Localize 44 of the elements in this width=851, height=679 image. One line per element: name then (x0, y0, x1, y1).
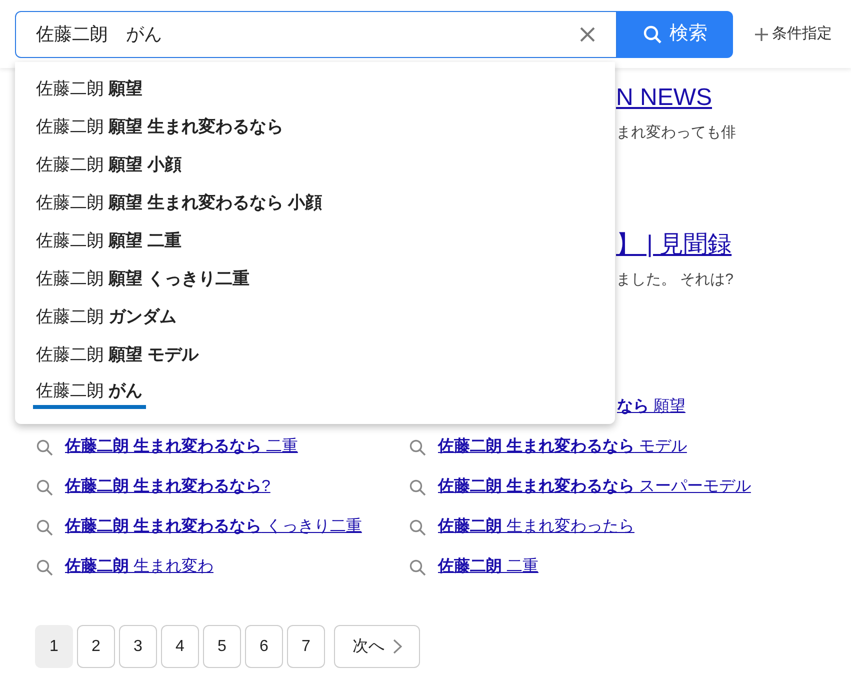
search-icon (642, 24, 662, 44)
search-icon (36, 438, 53, 456)
search-button[interactable]: 検索 (617, 10, 733, 58)
related-search-link[interactable]: 佐藤二朗 生まれ変わるなら モデル (438, 435, 687, 459)
related-search-link[interactable]: 佐藤二朗 生まれ変わるなら スーパーモデル (438, 475, 751, 499)
search-icon (409, 438, 426, 456)
related-search-link[interactable]: 佐藤二朗 生まれ変わ (65, 555, 214, 579)
search-icon (409, 478, 426, 496)
suggestion-item[interactable]: 佐藤二朗 ガンダム (33, 303, 180, 331)
result-title-link[interactable]: 】 | 見聞録 (616, 226, 732, 262)
search-icon (36, 478, 53, 496)
suggestion-item[interactable]: 佐藤二朗 願望 二重 (33, 227, 184, 255)
suggestion-item[interactable]: 佐藤二朗 願望 (33, 75, 146, 103)
related-search-link[interactable]: 佐藤二朗 生まれ変わるなら 二重 (65, 435, 298, 459)
result-title-link[interactable]: N NEWS (616, 80, 712, 116)
related-search-link[interactable]: 佐藤二朗 生まれ変わるなら くっきり二重 (65, 515, 362, 539)
advanced-search-link[interactable]: 条件指定 (755, 22, 832, 46)
page-button[interactable]: 1 (35, 625, 73, 668)
search-icon (36, 518, 53, 536)
result-snippet: まれ変わっても俳 (616, 124, 736, 141)
page-button[interactable]: 7 (287, 625, 325, 668)
search-icon (36, 558, 53, 576)
plus-icon (755, 28, 768, 40)
result-snippet: ました。 それは? (616, 270, 734, 288)
suggestion-item[interactable]: 佐藤二朗 願望 くっきり二重 (33, 265, 252, 293)
suggestion-item[interactable]: 佐藤二朗 願望 生まれ変わるなら 小顔 (33, 189, 326, 217)
search-icon (409, 558, 426, 576)
page-button[interactable]: 2 (77, 625, 115, 668)
search-icon (409, 518, 426, 536)
clear-icon[interactable] (580, 26, 595, 42)
related-search-link[interactable]: 佐藤二朗 二重 (438, 555, 538, 579)
suggestion-item[interactable]: 佐藤二朗 願望 小顔 (33, 151, 184, 179)
page-button[interactable]: 6 (245, 625, 283, 668)
page-button[interactable]: 5 (203, 625, 241, 668)
suggestion-item[interactable]: 佐藤二朗 願望 生まれ変わるなら (33, 113, 286, 141)
suggestion-item[interactable]: 佐藤二朗 がん (33, 377, 146, 409)
related-search-link[interactable]: なら 願望 (617, 398, 686, 415)
page-button[interactable]: 3 (119, 625, 157, 668)
next-page-button[interactable]: 次へ (334, 625, 420, 668)
search-field[interactable]: 佐藤二朗 がん (15, 10, 617, 58)
related-search-link[interactable]: 佐藤二朗 生まれ変わったら (438, 515, 634, 539)
page-button[interactable]: 4 (161, 625, 199, 668)
suggestion-item[interactable]: 佐藤二朗 願望 モデル (33, 341, 202, 369)
chevron-right-icon (392, 639, 402, 654)
